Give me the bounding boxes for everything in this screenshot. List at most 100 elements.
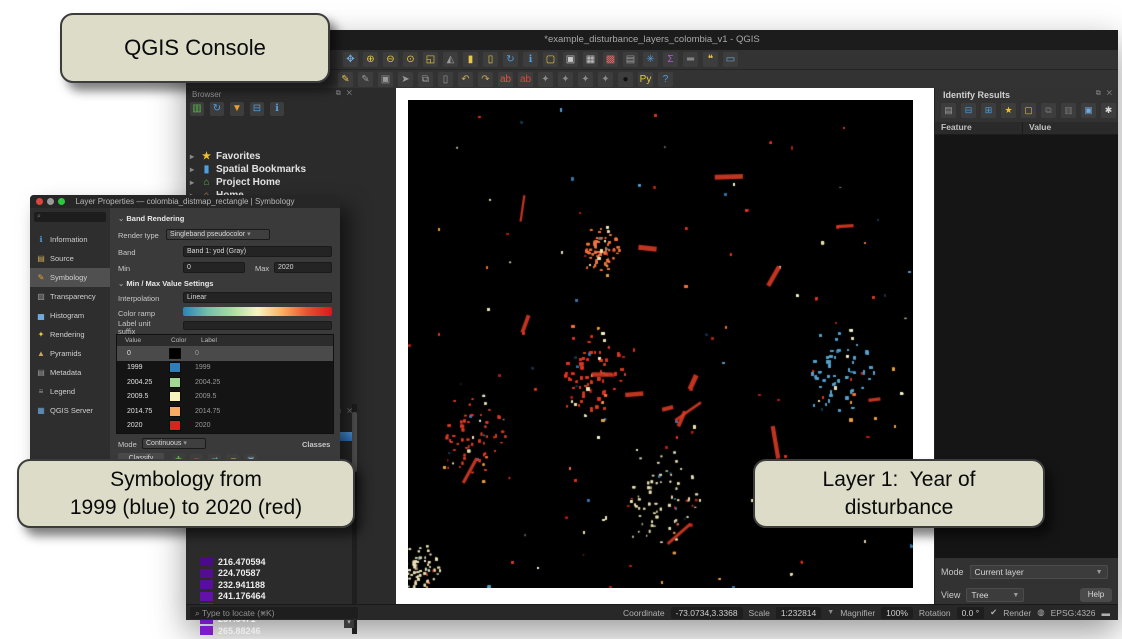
field-calculator-icon[interactable]: ▩ [603,52,618,67]
layer-diagram-2-icon[interactable]: ✦ [598,72,613,87]
expand-new-results-icon[interactable]: ⊞ [981,103,996,118]
class-color-swatch[interactable] [169,348,181,359]
python-console-icon[interactable]: Py [638,72,653,87]
toggle-editing-icon[interactable]: ✎ [358,72,373,87]
class-color-swatch[interactable] [169,391,181,402]
identify-settings-icon[interactable]: ▣ [1081,103,1096,118]
print-response-icon[interactable]: ▥ [1061,103,1076,118]
move-feature-icon[interactable]: ➤ [398,72,413,87]
attribute-table-icon[interactable]: ▦ [583,52,598,67]
properties-widget-icon[interactable]: ℹ [270,102,284,116]
rotation-value[interactable]: 0.0 ° [957,607,985,619]
close-window-button[interactable] [36,198,43,205]
redo-icon[interactable]: ↷ [478,72,493,87]
class-color-swatch[interactable] [169,362,181,373]
feature-column-header[interactable]: Feature [935,122,1023,134]
mode-select[interactable]: Continuous ▾ [142,438,206,449]
log-messages-icon[interactable]: ▬ [1102,608,1111,618]
tab-source[interactable]: ▤ Source [30,249,110,268]
refresh-icon[interactable]: ↻ [210,102,224,116]
class-color-swatch[interactable] [169,377,181,388]
crs-value[interactable]: EPSG:4326 [1051,608,1096,618]
magnifier-value[interactable]: 100% [881,607,913,619]
locate-search-input[interactable]: ⌕ Type to locate (⌘K) [190,607,358,619]
band-rendering-section[interactable]: ⌄ Band Rendering [118,214,184,223]
deselect-features-icon[interactable]: ▣ [563,52,578,67]
chevron-down-icon[interactable]: ▼ [827,609,834,616]
filter-browser-icon[interactable]: ▼ [230,102,244,116]
zoom-window-button[interactable] [58,198,65,205]
help-button[interactable]: Help [1080,588,1112,602]
color-table-row[interactable]: 2004.25 2004.25 [117,375,333,390]
label-unit-suffix-input[interactable] [183,321,332,330]
dialog-titlebar[interactable]: Layer Properties — colombia_distmap_rect… [30,195,340,208]
new-bookmark-icon[interactable]: ▮ [463,52,478,67]
band-select[interactable]: Band 1: yod (Gray) [183,246,332,257]
tab-metadata[interactable]: ▤ Metadata [30,363,110,382]
help-icon[interactable]: ? [658,72,673,87]
zoom-to-selection-icon[interactable]: ◭ [443,52,458,67]
save-edits-icon[interactable]: ▣ [378,72,393,87]
tab-histogram[interactable]: ▅ Histogram [30,306,110,325]
osm-place-search-icon[interactable]: ● [618,72,633,87]
color-table-row[interactable]: 2020 2020 [117,419,333,434]
annotation-icon[interactable]: ▭ [723,52,738,67]
layer-diagram-icon[interactable]: ✦ [578,72,593,87]
label-red-badge-icon[interactable]: ab [498,72,513,87]
processing-toolbox-icon[interactable]: ✳ [643,52,658,67]
mode-select[interactable]: Current layer▼ [970,565,1108,579]
class-color-swatch[interactable] [169,420,181,431]
tab-pyramids[interactable]: ▲ Pyramids [30,344,110,363]
view-select[interactable]: Tree▼ [966,588,1024,602]
identify-tool-icon[interactable]: ✱ [1101,103,1116,118]
render-type-select[interactable]: Singleband pseudocolor ▾ [166,229,270,240]
layer-labeling-icon[interactable]: ✦ [538,72,553,87]
expander-icon[interactable]: ▸ [190,165,197,174]
spatial-bookmarks[interactable]: ▸ ▮ Spatial Bookmarks [190,163,360,176]
max-input[interactable]: 2020 [274,262,332,273]
layer-labeling-2-icon[interactable]: ✦ [558,72,573,87]
min-input[interactable]: 0 [183,262,245,273]
tab-transparency[interactable]: ▨ Transparency [30,287,110,306]
show-bookmarks-icon[interactable]: ▯ [483,52,498,67]
clear-results-icon[interactable]: ▢ [1021,103,1036,118]
tab-symbology[interactable]: ✎ Symbology [30,268,110,287]
measure-icon[interactable]: ═ [683,52,698,67]
color-ramp-bar[interactable] [183,307,332,316]
render-checkbox[interactable]: ✔ [990,607,997,618]
tab-rendering[interactable]: ✦ Rendering [30,325,110,344]
minimize-window-button[interactable] [47,198,54,205]
map-tips-icon[interactable]: ❝ [703,52,718,67]
collapse-tree-icon[interactable]: ⊟ [961,103,976,118]
zoom-in-icon[interactable]: ⊕ [363,52,378,67]
identify-float-close-icons[interactable]: ⧉ ✕ [1096,90,1114,98]
panel-float-close-icons[interactable]: ⧉ ✕ [336,90,354,98]
select-features-icon[interactable]: ▢ [543,52,558,67]
value-column-header[interactable]: Value [1023,122,1051,134]
expander-icon[interactable]: ▸ [190,178,197,187]
layout-manager-icon[interactable]: ▤ [623,52,638,67]
current-edits-icon[interactable]: ✎ [338,72,353,87]
project-home[interactable]: ▸ ⌂ Project Home [190,176,360,189]
add-selected-layers-icon[interactable]: ▥ [190,102,204,116]
statistics-icon[interactable]: Σ [663,52,678,67]
zoom-out-icon[interactable]: ⊖ [383,52,398,67]
scale-value[interactable]: 1:232814 [776,607,821,619]
label-teal-badge-icon[interactable]: ab [518,72,533,87]
dialog-search-input[interactable]: ⌕ [34,212,106,222]
minmax-settings-section[interactable]: ⌄ Min / Max Value Settings [118,279,213,288]
expander-icon[interactable]: ▸ [190,152,197,161]
class-color-swatch[interactable] [169,406,181,417]
color-table-row[interactable]: 1999 1999 [117,361,333,376]
expand-tree-icon[interactable]: ▤ [941,103,956,118]
tab-qgis-server[interactable]: ▦ QGIS Server [30,401,110,420]
zoom-full-icon[interactable]: ◱ [423,52,438,67]
identify-features-icon[interactable]: ℹ [523,52,538,67]
undo-icon[interactable]: ↶ [458,72,473,87]
highlight-feature-icon[interactable]: ★ [1001,103,1016,118]
color-table-row[interactable]: 2009.5 2009.5 [117,390,333,405]
tab-information[interactable]: ℹ Information [30,230,110,249]
tab-legend[interactable]: ≡ Legend [30,382,110,401]
refresh-map-icon[interactable]: ↻ [503,52,518,67]
color-table-row[interactable]: 2014.75 2014.75 [117,404,333,419]
